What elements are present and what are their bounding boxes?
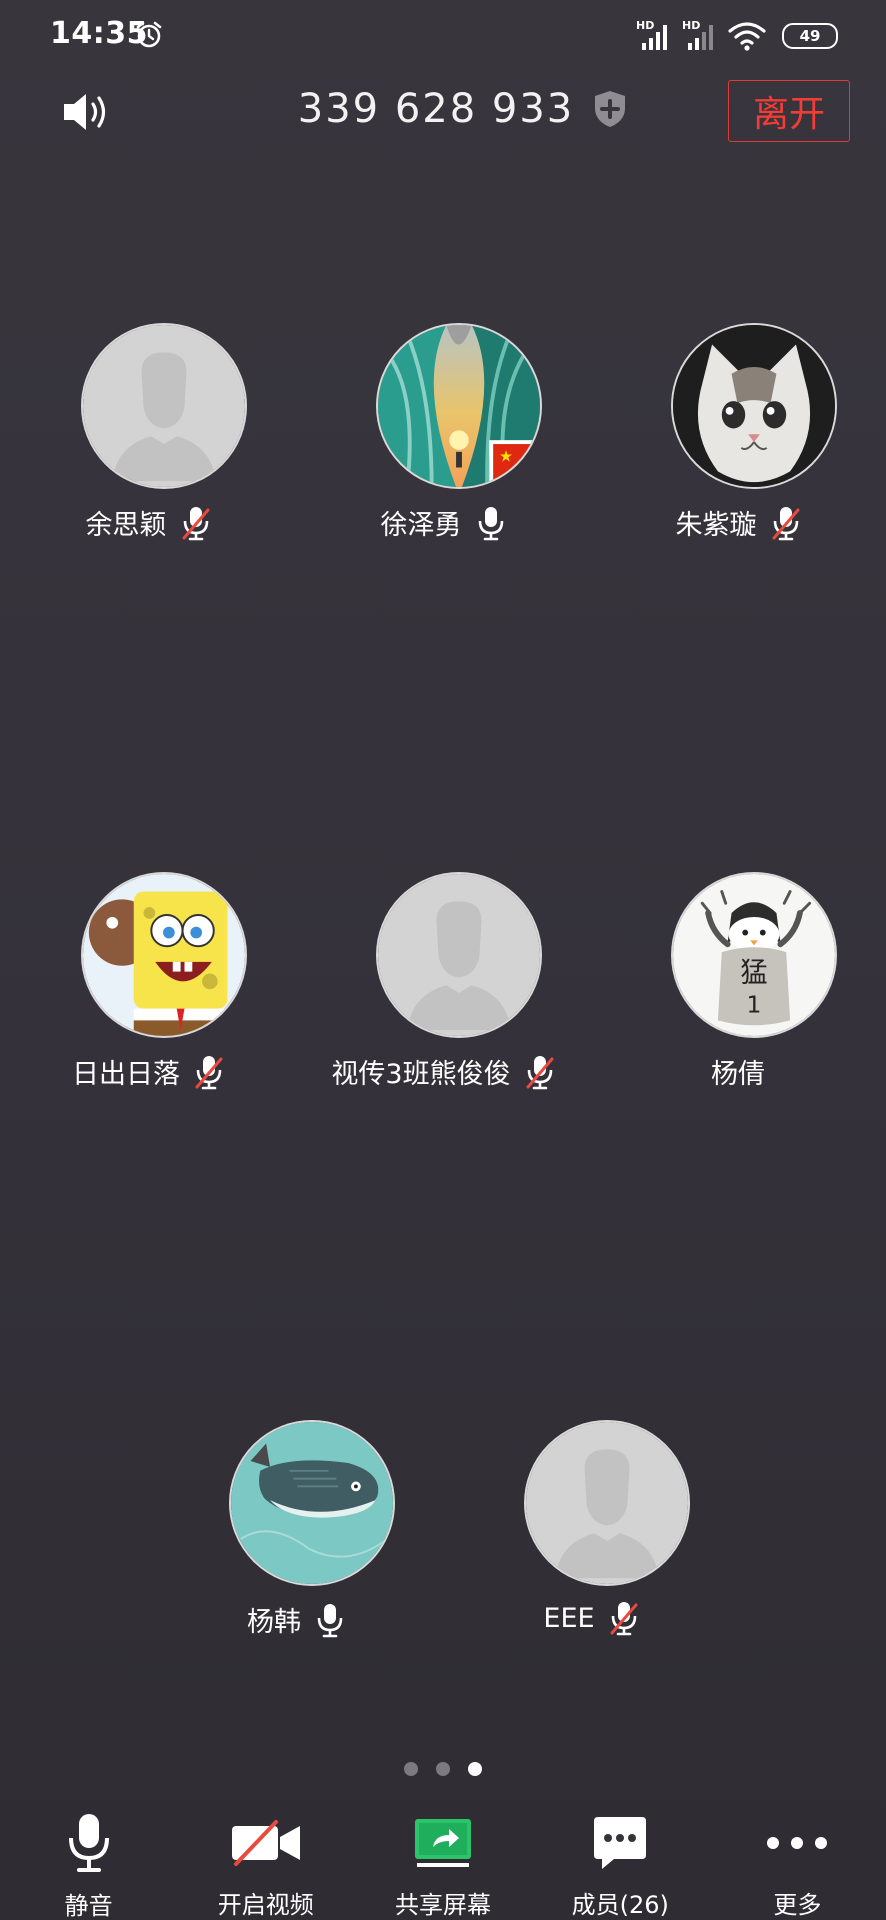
penguin-avatar-image: 猛 1 bbox=[673, 874, 835, 1036]
penguin-text-1: 猛 bbox=[740, 957, 767, 988]
default-avatar-icon bbox=[526, 1422, 688, 1584]
participant-name: 杨韩 bbox=[247, 1607, 301, 1638]
avatar bbox=[81, 323, 247, 489]
avatar bbox=[376, 872, 542, 1038]
mic-muted-icon bbox=[772, 506, 799, 540]
share-screen-icon bbox=[415, 1818, 471, 1867]
start-video-label: 开启视频 bbox=[217, 1891, 314, 1919]
participant-name: 日出日落 bbox=[72, 1059, 180, 1090]
status-indicators: HD HD 49 bbox=[636, 19, 838, 52]
more-label: 更多 bbox=[773, 1891, 822, 1919]
bottom-toolbar: 静音 开启视频 共享屏幕 成员(26) 更多 bbox=[0, 1800, 886, 1920]
penguin-text-2: 1 bbox=[747, 991, 762, 1019]
mic-icon bbox=[478, 506, 503, 540]
participant-tile[interactable]: 朱紫璇 bbox=[590, 323, 886, 563]
cell-signal-icon: HD bbox=[636, 19, 672, 51]
participant-name: 余思颖 bbox=[85, 510, 167, 541]
default-avatar-icon bbox=[378, 874, 540, 1036]
spongebob-avatar-image bbox=[83, 874, 245, 1036]
avatar bbox=[524, 1420, 690, 1586]
participant-name: 徐泽勇 bbox=[380, 510, 462, 541]
cat-avatar-image bbox=[673, 325, 835, 487]
mic-muted-icon bbox=[195, 1055, 223, 1089]
battery-level: 49 bbox=[799, 27, 821, 45]
microphone-icon bbox=[68, 1814, 109, 1872]
page-dot[interactable] bbox=[404, 1762, 418, 1776]
page-dot[interactable] bbox=[436, 1762, 450, 1776]
shield-icon[interactable] bbox=[592, 89, 628, 129]
more-button[interactable]: 更多 bbox=[709, 1800, 886, 1920]
mic-muted-icon bbox=[610, 1602, 638, 1636]
battery-indicator: 49 bbox=[782, 23, 838, 49]
page-indicator[interactable] bbox=[0, 1762, 886, 1776]
avatar bbox=[81, 872, 247, 1038]
alarm-icon bbox=[136, 21, 162, 48]
page-dot-active[interactable] bbox=[468, 1762, 482, 1776]
wifi-icon bbox=[728, 22, 766, 51]
participant-tile[interactable]: 猛 1 杨倩 bbox=[590, 872, 886, 1112]
hd-label: HD bbox=[636, 19, 655, 32]
hd-label: HD bbox=[682, 19, 701, 32]
mic-muted-icon bbox=[526, 1055, 554, 1089]
default-avatar-icon bbox=[83, 325, 245, 487]
participant-tile[interactable]: 杨韩 bbox=[148, 1420, 444, 1660]
chat-bubble-icon bbox=[594, 1816, 647, 1869]
participant-name: 视传3班熊俊俊 bbox=[331, 1059, 511, 1090]
mic-icon bbox=[317, 1603, 343, 1637]
participant-name: 朱紫璇 bbox=[675, 510, 757, 541]
mute-label: 静音 bbox=[64, 1892, 113, 1920]
avatar bbox=[671, 323, 837, 489]
avatar: 猛 1 bbox=[671, 872, 837, 1038]
meeting-id: 339 628 933 bbox=[297, 86, 575, 132]
share-screen-button[interactable]: 共享屏幕 bbox=[354, 1800, 531, 1920]
participant-tile[interactable]: EEE bbox=[443, 1420, 739, 1660]
whale-avatar-image bbox=[231, 1422, 393, 1584]
scenic-avatar-image: ★ bbox=[378, 325, 540, 487]
meeting-header: 339 628 933 离开 bbox=[0, 72, 886, 152]
participant-tile[interactable]: ★ 徐泽勇 bbox=[295, 323, 591, 563]
members-label: 成员(26) bbox=[571, 1891, 669, 1919]
avatar: ★ bbox=[376, 323, 542, 489]
participant-tile[interactable]: 余思颖 bbox=[0, 323, 296, 563]
svg-text:★: ★ bbox=[499, 448, 513, 466]
leave-button[interactable]: 离开 bbox=[728, 80, 850, 142]
participant-tile[interactable]: 日出日落 bbox=[0, 872, 296, 1112]
members-button[interactable]: 成员(26) bbox=[532, 1800, 709, 1920]
participant-name: EEE bbox=[543, 1602, 595, 1634]
share-screen-label: 共享屏幕 bbox=[395, 1891, 491, 1919]
start-video-button[interactable]: 开启视频 bbox=[177, 1800, 354, 1920]
status-bar: 14:35 HD HD 49 bbox=[0, 0, 886, 72]
mute-button[interactable]: 静音 bbox=[0, 1800, 177, 1920]
video-off-icon bbox=[231, 1819, 300, 1866]
avatar bbox=[229, 1420, 395, 1586]
participant-name: 杨倩 bbox=[711, 1059, 765, 1090]
more-dots-icon bbox=[767, 1836, 828, 1849]
mic-muted-icon bbox=[182, 506, 209, 540]
meeting-screen: 14:35 HD HD 49 339 628 933 离开 余思颖 ★ 徐泽勇 … bbox=[0, 0, 886, 1920]
cell-signal-2-icon: HD bbox=[682, 19, 718, 51]
participant-tile[interactable]: 视传3班熊俊俊 bbox=[295, 872, 591, 1112]
